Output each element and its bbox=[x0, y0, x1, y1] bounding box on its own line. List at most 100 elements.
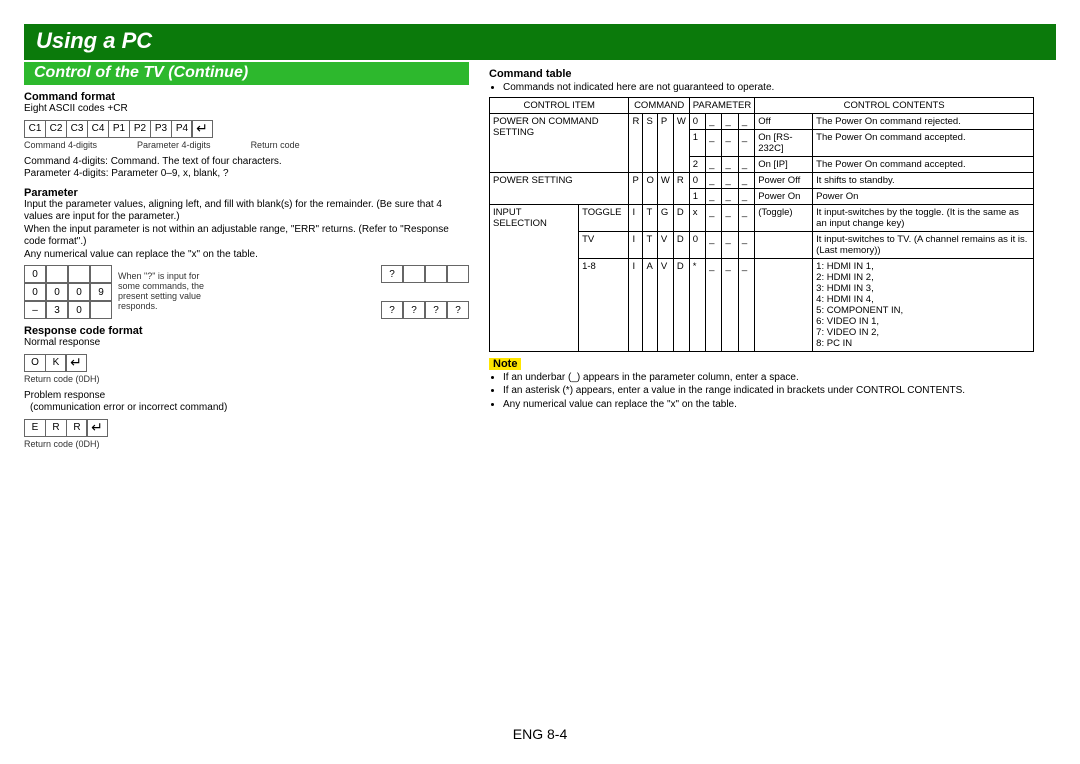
th-control-contents: CONTROL CONTENTS bbox=[755, 97, 1034, 113]
th-command: COMMAND bbox=[629, 97, 689, 113]
cf-box: P4 bbox=[171, 120, 193, 138]
p-box bbox=[425, 265, 447, 283]
param-c: _ bbox=[722, 258, 738, 351]
param-c: _ bbox=[722, 204, 738, 231]
param-c: 0 bbox=[689, 113, 705, 129]
err-box: E bbox=[24, 419, 46, 437]
param-c: _ bbox=[706, 231, 722, 258]
p-box bbox=[68, 265, 90, 283]
return-icon: ↵ bbox=[86, 419, 108, 437]
response-problem-label: Problem response bbox=[24, 390, 469, 403]
p-box: 0 bbox=[68, 301, 90, 319]
left-column: Control of the TV (Continue) Command for… bbox=[24, 62, 469, 455]
response-problem-sub: (communication error or incorrect comman… bbox=[24, 402, 469, 415]
cmd-c: T bbox=[643, 204, 657, 231]
p-box: 9 bbox=[90, 283, 112, 301]
param-c: 0 bbox=[689, 172, 705, 188]
cmd-c: R bbox=[629, 113, 643, 172]
param-name bbox=[755, 258, 813, 351]
p-box: ? bbox=[425, 301, 447, 319]
p-box: – bbox=[24, 301, 46, 319]
table-row: INPUT SELECTION TOGGLE I T G D x _ _ _ (… bbox=[490, 204, 1034, 231]
err-caption: Return code (0DH) bbox=[24, 439, 100, 449]
ok-box: K bbox=[45, 354, 67, 372]
return-icon: ↵ bbox=[65, 354, 87, 372]
cmd-c: T bbox=[643, 231, 657, 258]
param-c: _ bbox=[722, 231, 738, 258]
note-item: If an asterisk (*) appears, enter a valu… bbox=[503, 385, 1034, 398]
ctrl-desc: 1: HDMI IN 1, 2: HDMI IN 2, 3: HDMI IN 3… bbox=[813, 258, 1034, 351]
p-box: ? bbox=[381, 301, 403, 319]
ctrl-desc: It shifts to standby. bbox=[813, 172, 1034, 188]
p-box: ? bbox=[447, 301, 469, 319]
param-name: (Toggle) bbox=[755, 204, 813, 231]
p-box: 0 bbox=[46, 283, 68, 301]
parameter-p3: Any numerical value can replace the "x" … bbox=[24, 249, 469, 262]
param-c: _ bbox=[738, 204, 754, 231]
command-format-title: Command format bbox=[24, 91, 469, 103]
param-c: 1 bbox=[689, 129, 705, 156]
err-box: R bbox=[45, 419, 67, 437]
cf-box: P2 bbox=[129, 120, 151, 138]
param-name: On [RS-232C] bbox=[755, 129, 813, 156]
command-table: CONTROL ITEM COMMAND PARAMETER CONTROL C… bbox=[489, 97, 1034, 352]
param-mid-caption: When "?" is input for some commands, the… bbox=[112, 272, 222, 312]
cf-caption-mid: Parameter 4-digits bbox=[137, 140, 211, 150]
cf-caption-right: Return code bbox=[251, 140, 300, 150]
command-format-subtitle: Eight ASCII codes +CR bbox=[24, 103, 469, 116]
response-code-title: Response code format bbox=[24, 325, 469, 337]
page-title-banner: Using a PC bbox=[24, 24, 1056, 60]
parameter-diagram: 0 When "?" is input for some commands, t… bbox=[24, 265, 469, 319]
p-box bbox=[46, 265, 68, 283]
err-diagram: E R R ↵ Return code (0DH) bbox=[24, 419, 469, 449]
param-c: 1 bbox=[689, 188, 705, 204]
param-c: _ bbox=[706, 172, 722, 188]
cf-caption-left: Command 4-digits bbox=[24, 140, 97, 150]
cmd-c: D bbox=[673, 231, 689, 258]
param-c: * bbox=[689, 258, 705, 351]
ctrl-sub: 1-8 bbox=[579, 258, 629, 351]
right-column: Command table Commands not indicated her… bbox=[489, 62, 1034, 455]
cmd-c: R bbox=[673, 172, 689, 204]
cmd-c: V bbox=[657, 231, 673, 258]
cmd-c: W bbox=[657, 172, 673, 204]
param-c: _ bbox=[706, 188, 722, 204]
ctrl-desc: It input-switches to TV. (A channel rema… bbox=[813, 231, 1034, 258]
table-row: POWER ON COMMAND SETTING R S P W 0 _ _ _… bbox=[490, 113, 1034, 129]
param-c: 2 bbox=[689, 156, 705, 172]
cmd-c: I bbox=[629, 204, 643, 231]
cmd-c: I bbox=[629, 231, 643, 258]
p-box: 0 bbox=[24, 265, 46, 283]
cmd-c: I bbox=[629, 258, 643, 351]
ctrl-item: POWER ON COMMAND SETTING bbox=[490, 113, 629, 172]
param-c: _ bbox=[722, 172, 738, 188]
cf-desc1: Command 4-digits: Command. The text of f… bbox=[24, 156, 469, 169]
parameter-p2: When the input parameter is not within a… bbox=[24, 224, 469, 249]
section-banner: Control of the TV (Continue) bbox=[24, 62, 469, 85]
table-row: POWER SETTING P O W R 0 _ _ _ Power Off … bbox=[490, 172, 1034, 188]
cmd-c: W bbox=[673, 113, 689, 172]
param-c: _ bbox=[738, 113, 754, 129]
param-c: _ bbox=[706, 156, 722, 172]
cmd-c: O bbox=[643, 172, 657, 204]
response-normal-label: Normal response bbox=[24, 337, 469, 350]
ok-caption: Return code (0DH) bbox=[24, 374, 100, 384]
ctrl-item: POWER SETTING bbox=[490, 172, 629, 204]
ctrl-sub: TV bbox=[579, 231, 629, 258]
command-table-title: Command table bbox=[489, 68, 1034, 80]
page-footer: ENG 8-4 bbox=[0, 726, 1080, 742]
param-c: _ bbox=[738, 188, 754, 204]
cf-box: C1 bbox=[24, 120, 46, 138]
cmd-c: S bbox=[643, 113, 657, 172]
param-c: _ bbox=[738, 156, 754, 172]
param-c: _ bbox=[738, 258, 754, 351]
param-c: _ bbox=[722, 156, 738, 172]
p-box: ? bbox=[403, 301, 425, 319]
cmd-c: P bbox=[657, 113, 673, 172]
cmd-c: P bbox=[629, 172, 643, 204]
cf-box: C3 bbox=[66, 120, 88, 138]
ctrl-item: INPUT SELECTION bbox=[490, 204, 579, 351]
th-control-item: CONTROL ITEM bbox=[490, 97, 629, 113]
ctrl-desc: Power On bbox=[813, 188, 1034, 204]
param-c: _ bbox=[706, 258, 722, 351]
